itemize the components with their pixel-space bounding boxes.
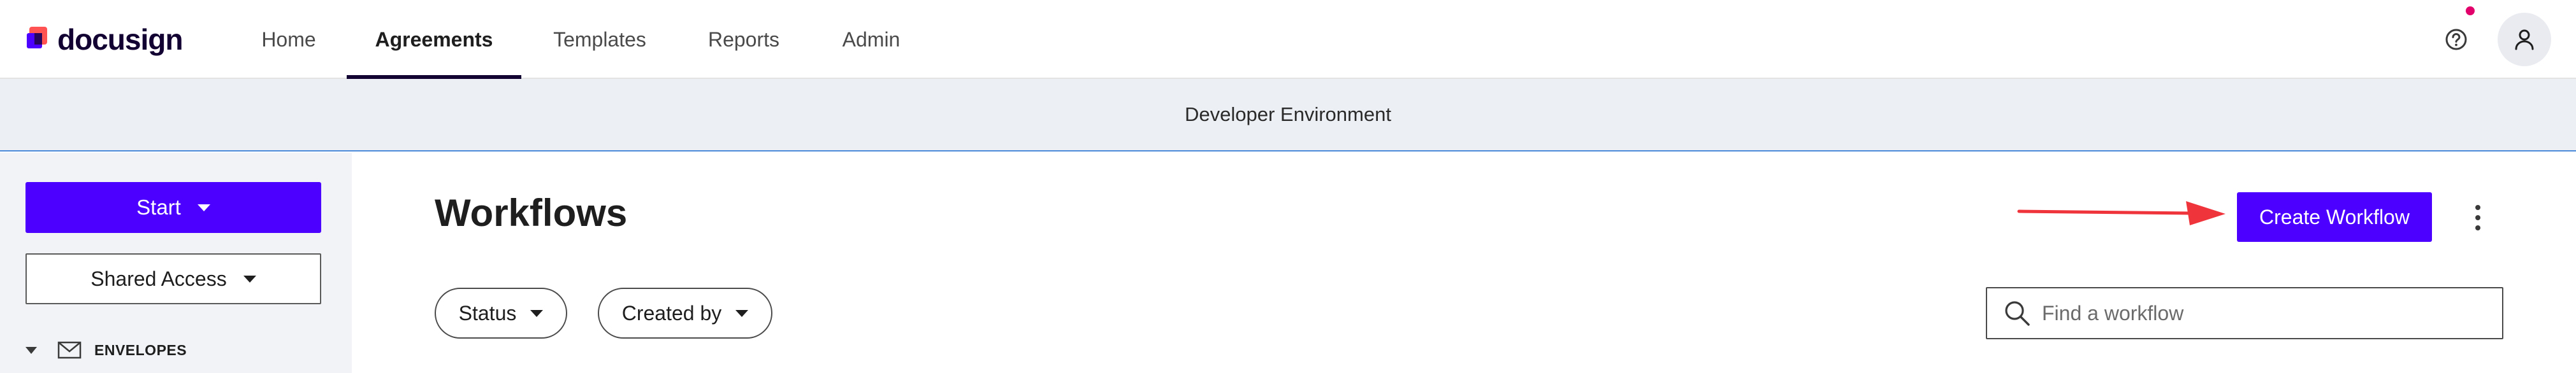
nav-reports[interactable]: Reports bbox=[692, 0, 795, 79]
sidebar-section-envelopes[interactable]: ENVELOPES bbox=[25, 340, 187, 360]
user-icon bbox=[2515, 29, 2534, 50]
envelopes-label: ENVELOPES bbox=[94, 341, 187, 358]
search-box[interactable] bbox=[1986, 287, 2503, 339]
nav-templates[interactable]: Templates bbox=[540, 0, 659, 79]
start-button[interactable]: Start bbox=[25, 182, 321, 233]
shared-access-label: Shared Access bbox=[90, 267, 227, 290]
search-icon bbox=[2005, 301, 2030, 326]
chevron-down-icon bbox=[735, 309, 749, 317]
status-filter[interactable]: Status bbox=[435, 288, 567, 339]
envelope-icon bbox=[57, 341, 82, 359]
top-navigation: docusign Home Agreements Templates Repor… bbox=[0, 0, 2576, 79]
banner-text: Developer Environment bbox=[1185, 103, 1391, 125]
chevron-down-icon bbox=[530, 309, 544, 317]
created-by-filter-label: Created by bbox=[621, 301, 722, 325]
status-filter-label: Status bbox=[458, 301, 517, 325]
nav-home[interactable]: Home bbox=[246, 0, 331, 79]
shared-access-button[interactable]: Shared Access bbox=[25, 253, 321, 304]
nav-agreements[interactable]: Agreements bbox=[347, 0, 521, 79]
logo-mark-icon bbox=[27, 27, 52, 52]
docusign-logo[interactable]: docusign bbox=[27, 22, 183, 57]
annotation-arrow bbox=[2017, 201, 2225, 225]
page-title: Workflows bbox=[435, 192, 628, 234]
avatar[interactable] bbox=[2498, 13, 2551, 66]
create-workflow-button[interactable]: Create Workflow bbox=[2237, 192, 2432, 242]
nav-admin[interactable]: Admin bbox=[829, 0, 914, 79]
logo-text: docusign bbox=[57, 23, 183, 56]
notification-dot bbox=[2466, 6, 2475, 15]
search-input[interactable] bbox=[2042, 288, 2502, 338]
chevron-down-icon bbox=[243, 275, 256, 283]
start-button-label: Start bbox=[136, 195, 181, 219]
sidebar: Start Shared Access ENVELOPES bbox=[0, 153, 352, 373]
environment-banner: Developer Environment bbox=[0, 79, 2576, 151]
more-options-icon[interactable] bbox=[2465, 202, 2491, 233]
help-icon[interactable] bbox=[2442, 25, 2470, 53]
chevron-down-icon bbox=[197, 204, 210, 211]
created-by-filter[interactable]: Created by bbox=[598, 288, 772, 339]
collapse-caret-icon[interactable] bbox=[25, 346, 37, 354]
